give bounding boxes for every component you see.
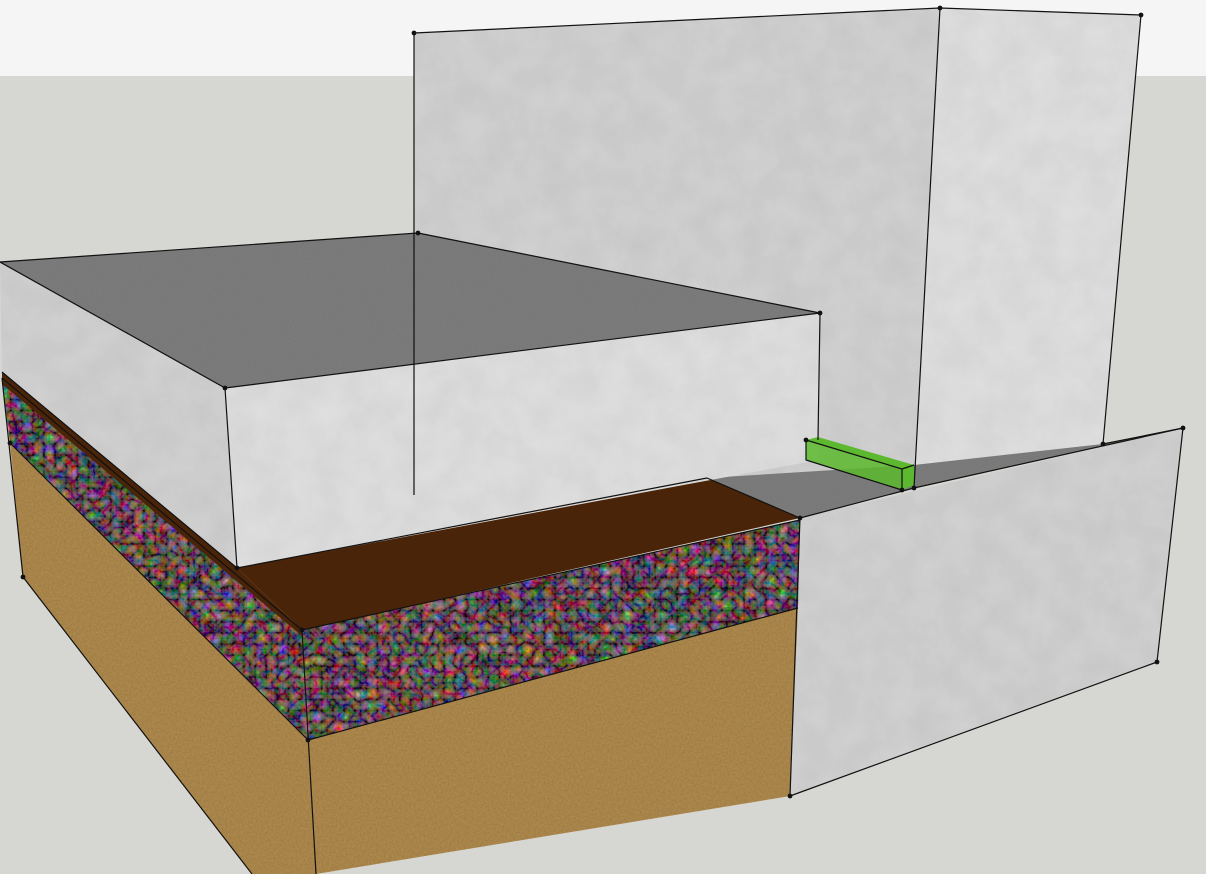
foundation-section-diagram (0, 0, 1206, 874)
modeling-viewport[interactable] (0, 0, 1206, 874)
